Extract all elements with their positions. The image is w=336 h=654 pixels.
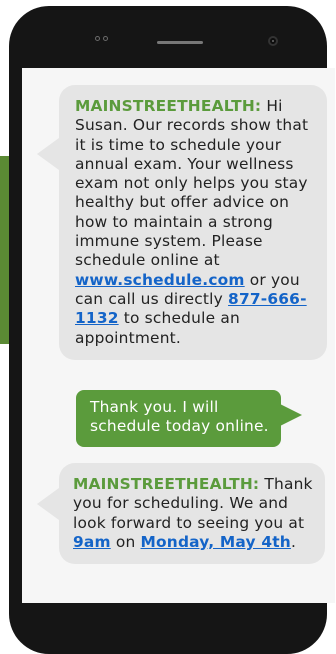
appointment-time-link[interactable]: 9am bbox=[73, 533, 111, 551]
message-body-text: Our records show that it is time to sche… bbox=[75, 116, 309, 270]
message-tail-right bbox=[280, 404, 302, 426]
message-body-text: on bbox=[110, 532, 141, 551]
incoming-message-1: MAINSTREETHEALTH: Hi Susan. Our records … bbox=[59, 85, 327, 360]
message-tail-left bbox=[37, 138, 59, 170]
sender-name: MAINSTREETHEALTH: bbox=[73, 475, 260, 493]
schedule-link[interactable]: www.schedule.com bbox=[75, 271, 245, 289]
phone-screen: MAINSTREETHEALTH: Hi Susan. Our records … bbox=[22, 68, 335, 603]
speaker-icon bbox=[157, 41, 203, 44]
phone-frame: MAINSTREETHEALTH: Hi Susan. Our records … bbox=[9, 6, 335, 654]
message-body-text: . bbox=[290, 532, 297, 551]
incoming-message-2: MAINSTREETHEALTH: Thank you for scheduli… bbox=[59, 463, 325, 565]
reply-text: Thank you. I will schedule today online. bbox=[90, 398, 269, 436]
message-tail-left bbox=[37, 488, 59, 520]
front-camera-icon bbox=[268, 36, 278, 46]
camera-dot-icon bbox=[95, 36, 108, 41]
sender-name: MAINSTREETHEALTH: bbox=[75, 97, 262, 115]
appointment-date-link[interactable]: Monday, May 4th bbox=[141, 533, 291, 551]
outgoing-message: Thank you. I will schedule today online. bbox=[76, 390, 281, 447]
